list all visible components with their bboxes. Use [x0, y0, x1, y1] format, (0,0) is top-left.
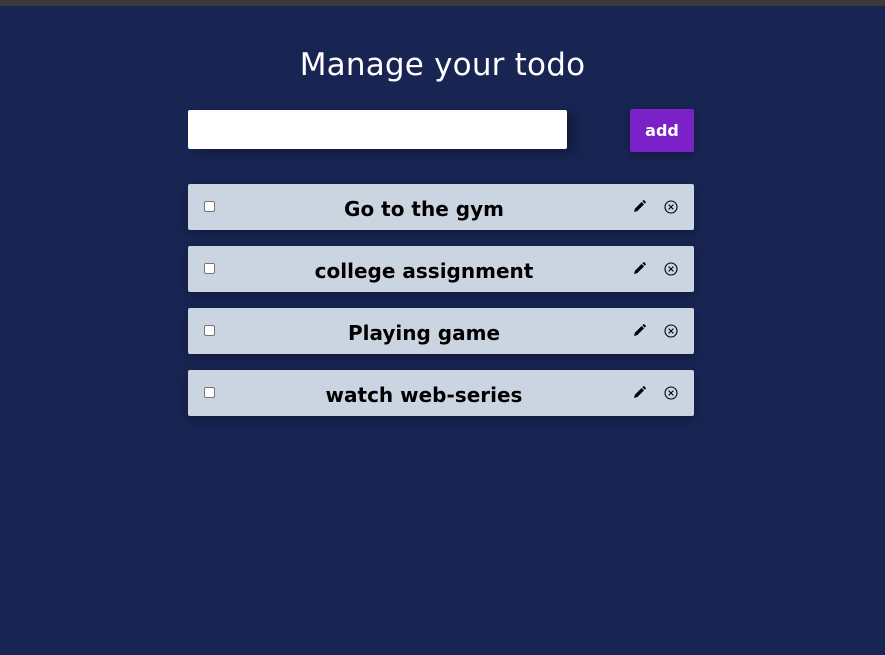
todo-input[interactable] — [188, 110, 567, 149]
todo-item: college assignment — [188, 246, 694, 292]
todo-checkbox[interactable] — [204, 263, 215, 274]
close-circle-icon[interactable] — [664, 200, 678, 214]
todo-item: watch web-series — [188, 370, 694, 416]
todo-list: Go to the gym college assignment Playing… — [188, 184, 694, 432]
page-title: Manage your todo — [299, 46, 586, 83]
todo-checkbox[interactable] — [204, 325, 215, 336]
close-circle-icon[interactable] — [664, 262, 678, 276]
todo-item: Go to the gym — [188, 184, 694, 230]
pencil-icon[interactable] — [631, 261, 647, 277]
pencil-icon[interactable] — [631, 199, 647, 215]
add-button[interactable]: add — [630, 109, 694, 152]
pencil-icon[interactable] — [631, 323, 647, 339]
todo-checkbox[interactable] — [204, 387, 215, 398]
todo-label: Playing game — [347, 321, 501, 345]
close-circle-icon[interactable] — [664, 386, 678, 400]
todo-label: watch web-series — [325, 383, 523, 407]
todo-label: college assignment — [314, 259, 534, 283]
todo-item: Playing game — [188, 308, 694, 354]
todo-label: Go to the gym — [344, 197, 504, 221]
window-top-strip — [0, 0, 885, 6]
todo-checkbox[interactable] — [204, 201, 215, 212]
pencil-icon[interactable] — [631, 385, 647, 401]
close-circle-icon[interactable] — [664, 324, 678, 338]
